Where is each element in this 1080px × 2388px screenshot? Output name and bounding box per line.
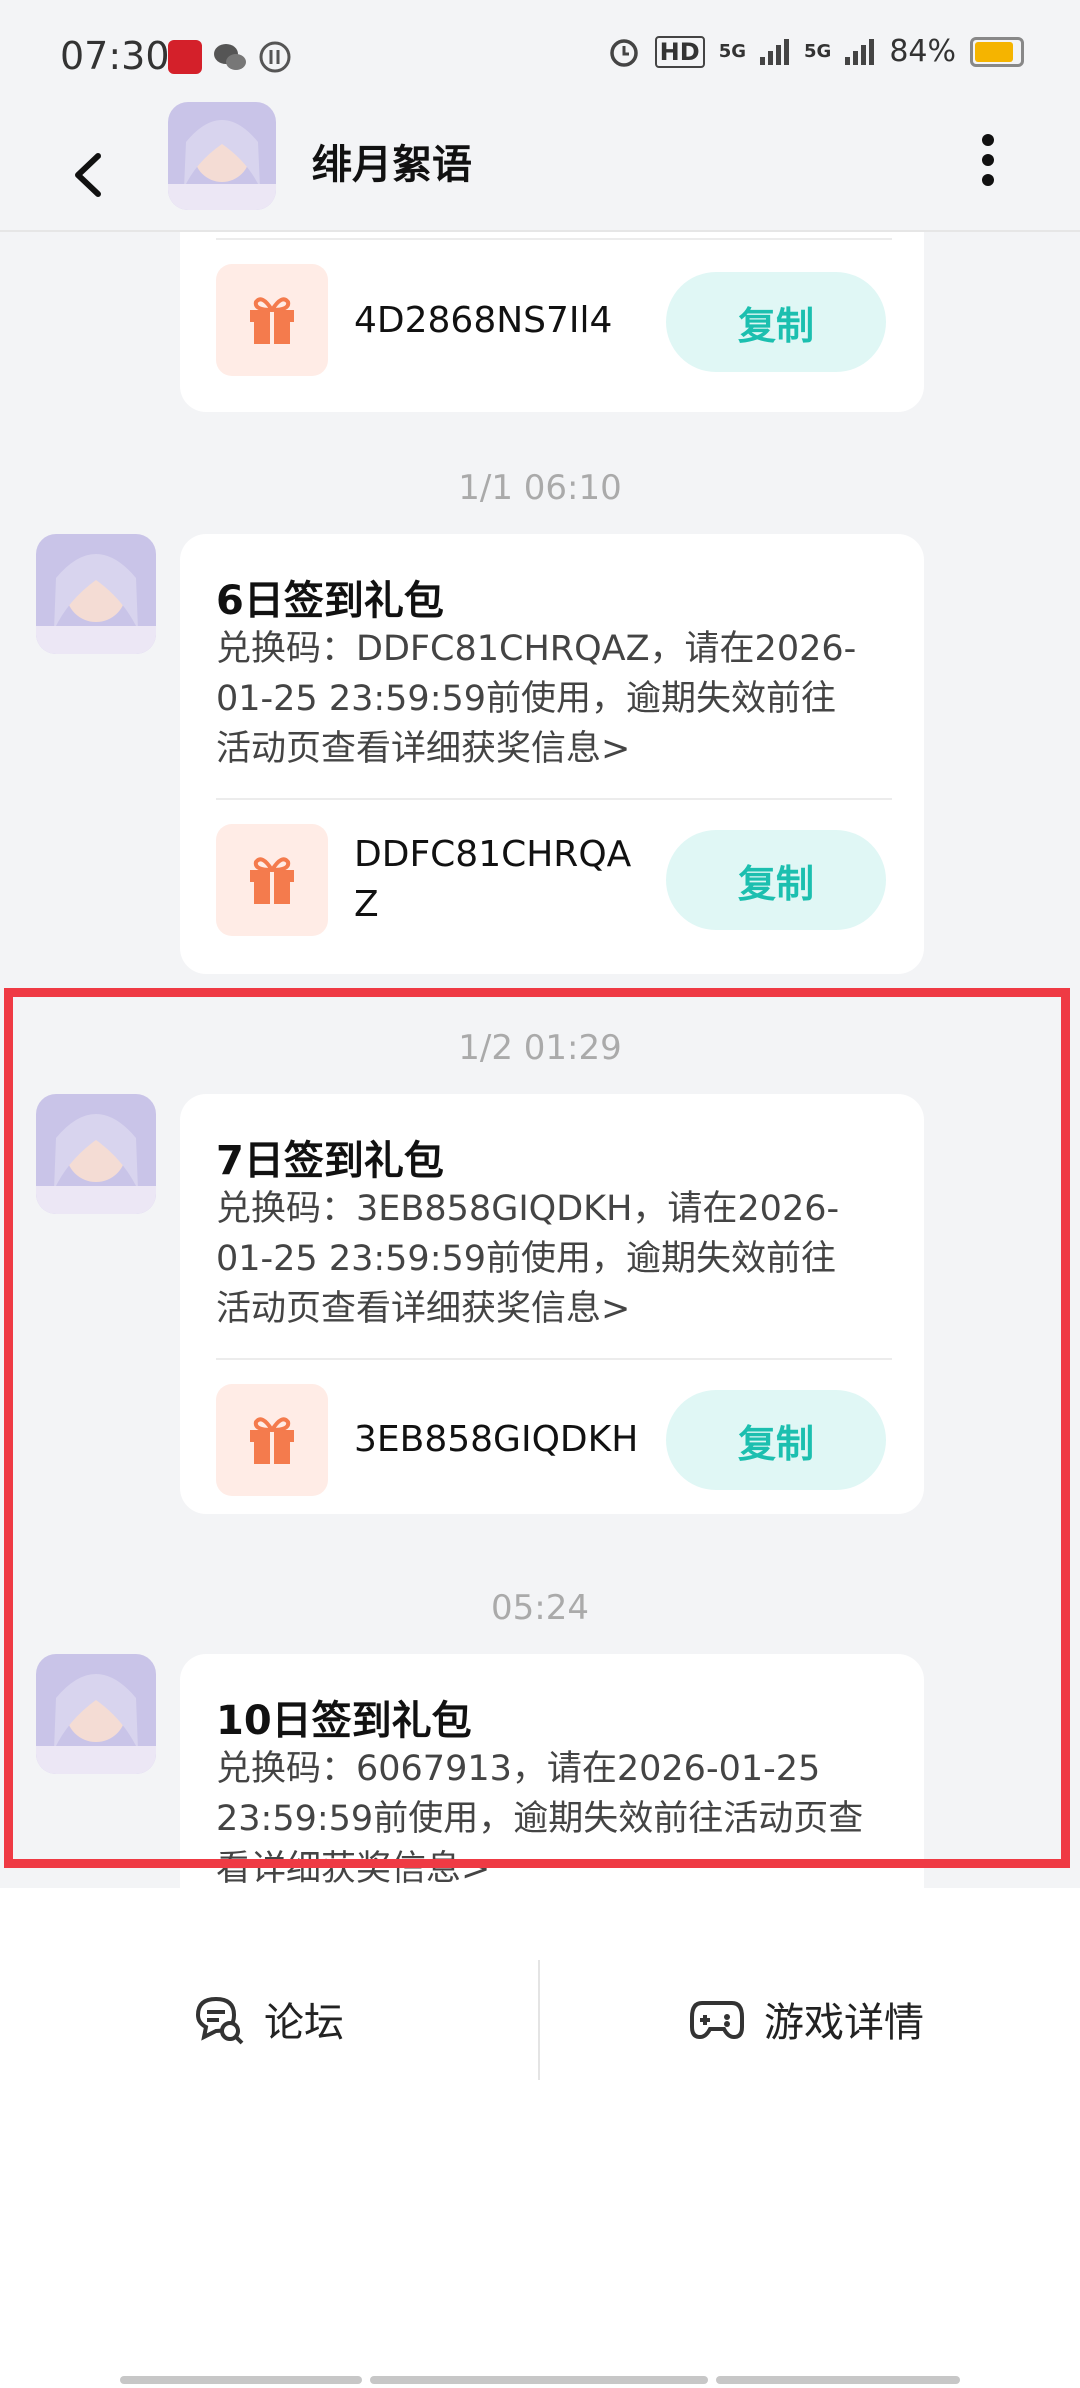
nav-handle xyxy=(120,2376,362,2384)
more-icon[interactable] xyxy=(978,130,998,190)
sender-avatar[interactable] xyxy=(36,534,156,654)
gamepad-icon xyxy=(690,2001,744,2040)
message-card: 4D2868NS7Il4 复制 xyxy=(180,232,924,412)
bottom-divider xyxy=(538,1960,540,2080)
network-5g-2: 5G xyxy=(804,41,832,62)
bottom-bar xyxy=(0,1888,1080,2388)
status-time: 07:30 xyxy=(60,34,170,78)
nav-handle xyxy=(716,2376,960,2384)
battery-icon xyxy=(970,36,1024,67)
gift-icon xyxy=(216,264,328,376)
gift-code: DDFC81CHRQAZ xyxy=(354,834,632,925)
signal-icon xyxy=(760,38,789,65)
highlight-box xyxy=(4,988,1070,1868)
wechat-icon xyxy=(214,44,246,70)
back-icon[interactable] xyxy=(66,150,116,200)
forum-icon xyxy=(195,1996,244,2045)
network-5g-1: 5G xyxy=(718,41,746,62)
forum-label: 论坛 xyxy=(264,2000,344,2046)
copy-button[interactable]: 复制 xyxy=(666,830,886,930)
signal-icon xyxy=(845,38,875,65)
message-card: 6日签到礼包 兑换码：DDFC81CHRQAZ，请在2026-01-25 23:… xyxy=(180,534,924,974)
gift-icon xyxy=(216,824,328,936)
nav-handle xyxy=(370,2376,708,2384)
status-right: HD 5G 5G 84% xyxy=(607,34,1024,69)
game-details-label: 游戏详情 xyxy=(764,2000,924,2046)
game-avatar[interactable] xyxy=(168,102,276,210)
gift-code: 4D2868NS7Il4 xyxy=(354,300,613,341)
forum-button[interactable]: 论坛 xyxy=(192,1990,344,2048)
hd-badge: HD xyxy=(654,35,705,68)
notification-circle-icon xyxy=(259,41,291,73)
status-bar: 07:30 HD 5G 5G 84% xyxy=(0,0,1080,120)
message-desc[interactable]: 兑换码：DDFC81CHRQAZ，请在2026-01-25 23:59:59前使… xyxy=(216,624,866,774)
game-details-button[interactable]: 游戏详情 xyxy=(690,1990,924,2048)
card-divider xyxy=(216,238,892,240)
battery-percent: 84% xyxy=(889,34,956,69)
app-header xyxy=(0,120,1080,232)
alarm-icon xyxy=(609,38,638,67)
app-notification-icon xyxy=(168,40,202,74)
page-title: 绯月絮语 xyxy=(312,142,472,188)
message-title: 6日签到礼包 xyxy=(216,578,444,624)
copy-button[interactable]: 复制 xyxy=(666,272,886,372)
card-divider xyxy=(216,798,892,800)
message-timestamp: 1/1 06:10 xyxy=(458,468,622,508)
